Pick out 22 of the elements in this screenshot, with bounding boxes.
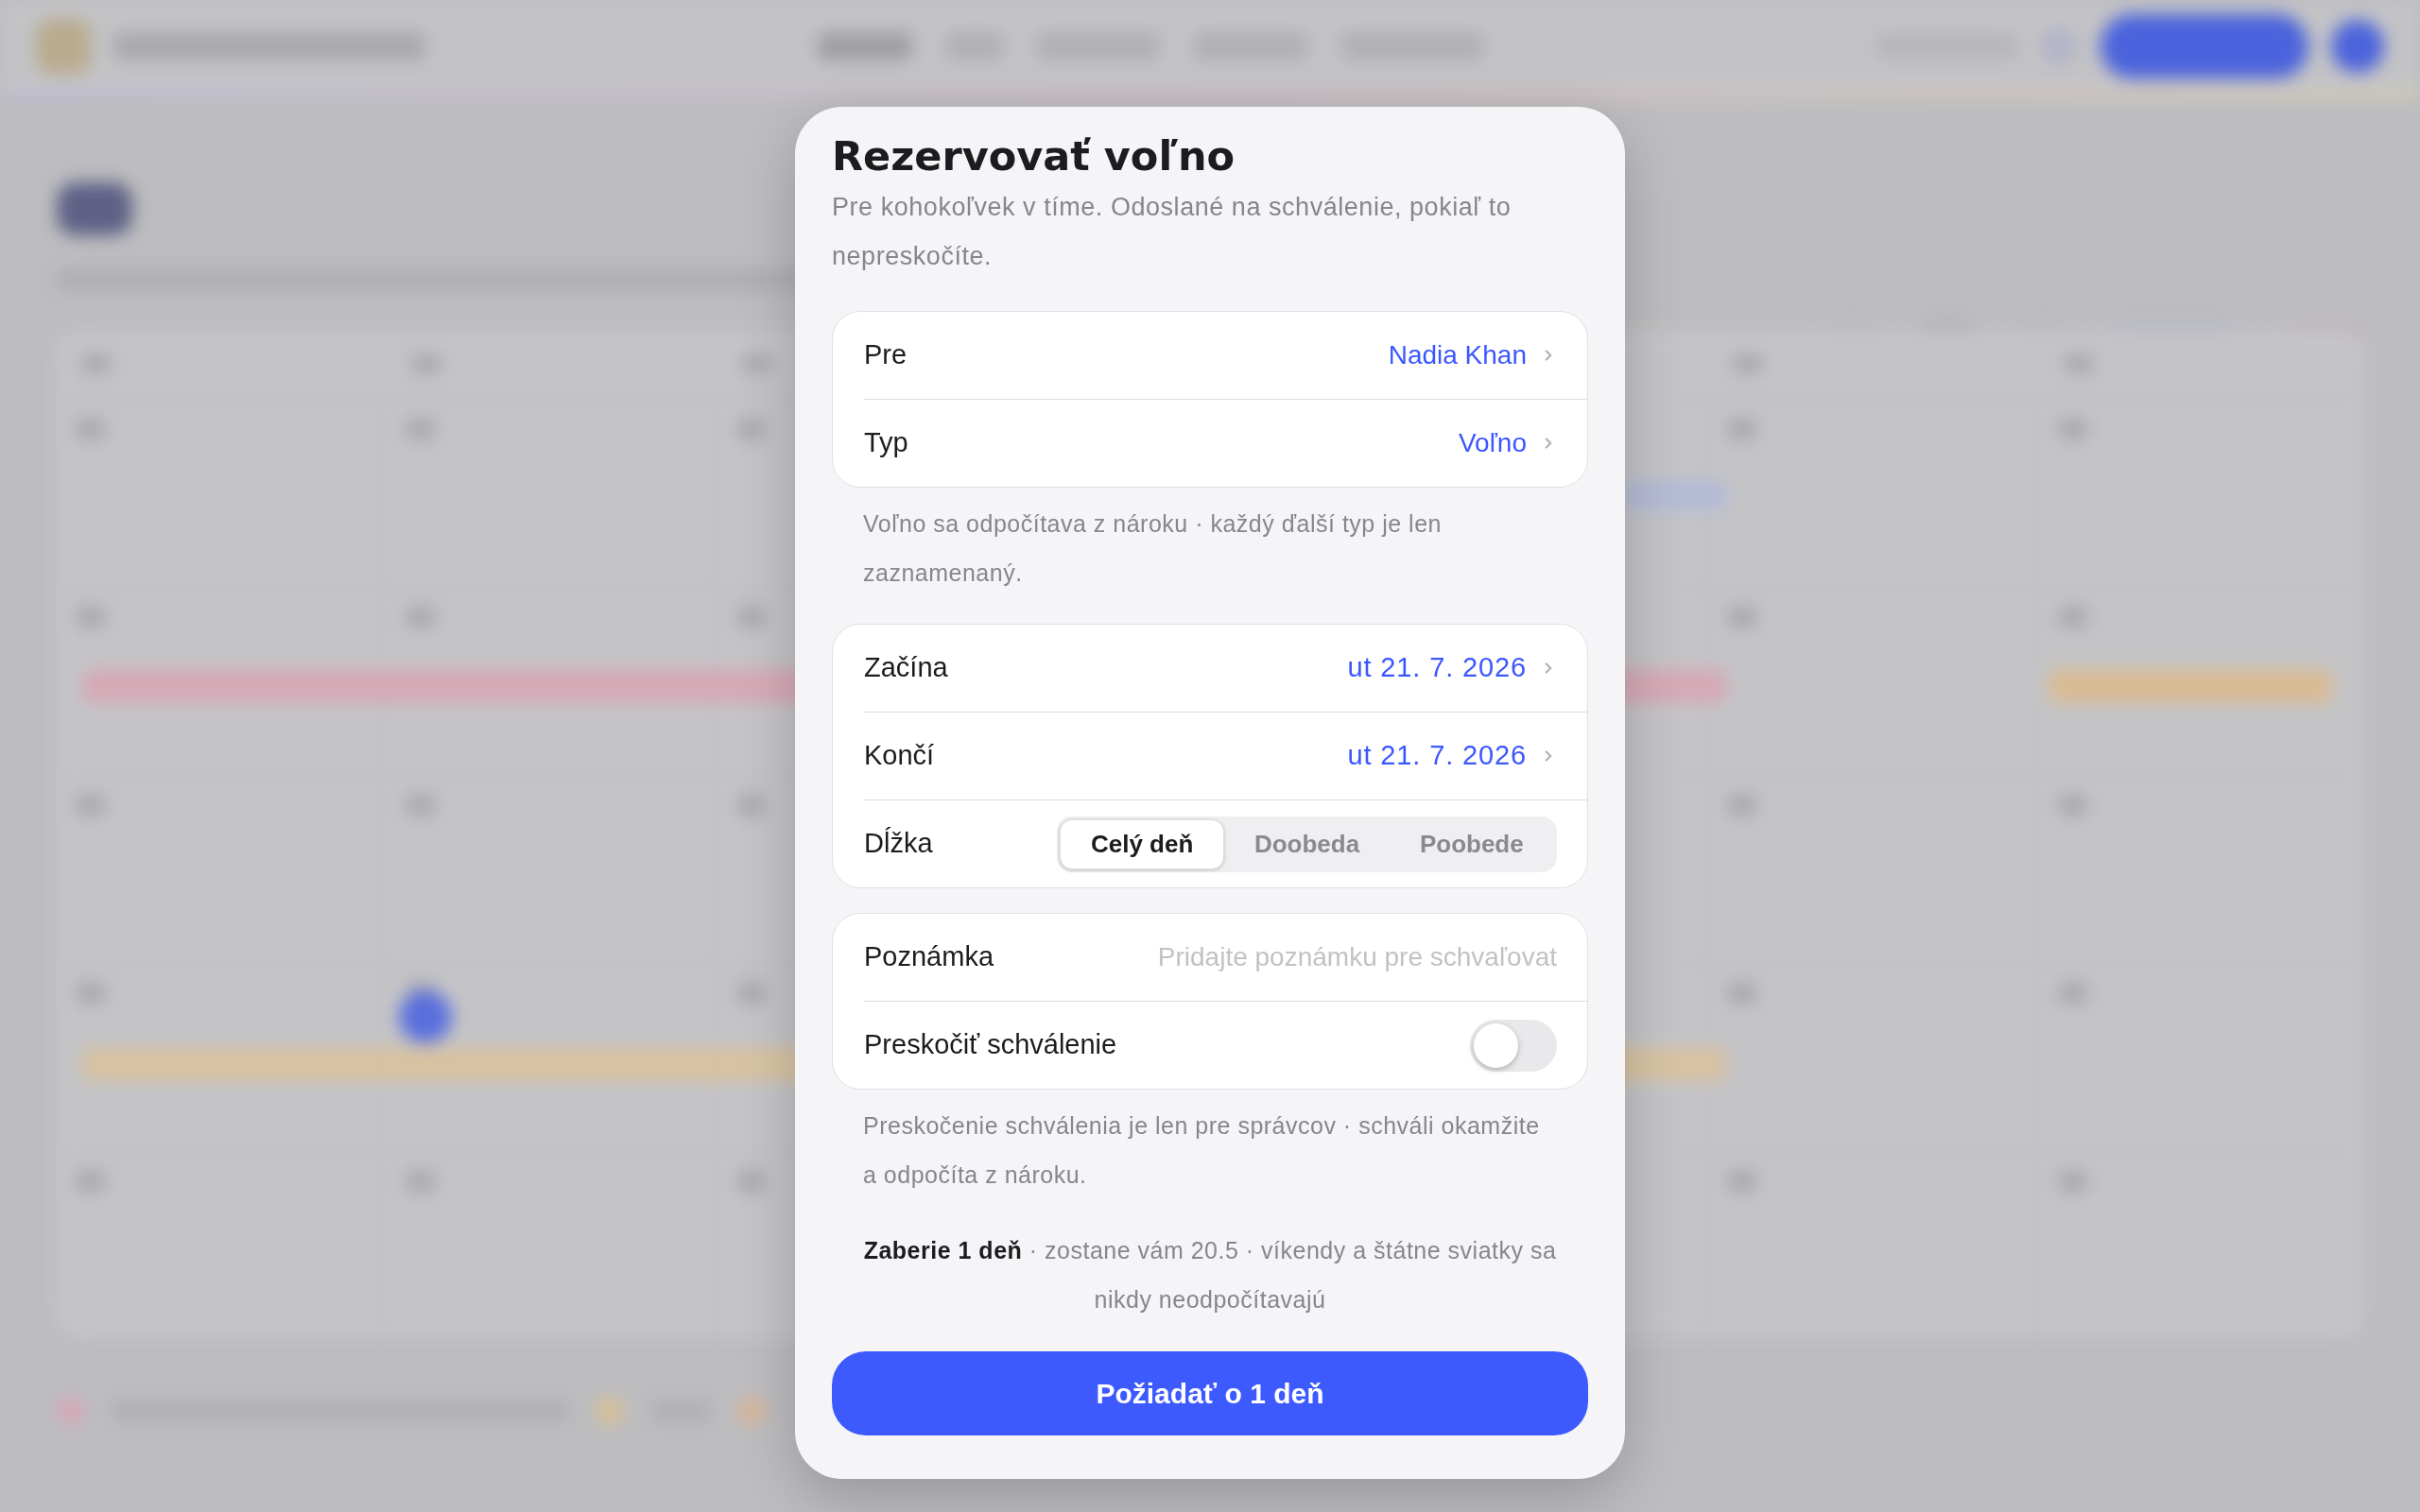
date-picker[interactable]: ut 21. 7. 2026	[1347, 647, 1557, 689]
field-label: Končí	[864, 739, 935, 773]
field-label: Typ	[864, 426, 908, 460]
note-input[interactable]: Pridajte poznámku pre schvaľovat	[1113, 934, 1557, 981]
hint-text: Voľno sa odpočítava z nároku · každý ďalší typ je len zaznamenaný.	[862, 509, 1443, 588]
summary-text: Zaberie 1 deň · zostane vám 20.5 · víkendy a štátne sviatky sa nikdy neodpočítavajú	[862, 1236, 1558, 1314]
value-picker[interactable]: Voľno	[1459, 423, 1557, 463]
segment-option[interactable]: Poobede	[1389, 818, 1554, 869]
field-label: Preskočiť schválenie	[864, 1028, 1117, 1062]
date-picker[interactable]: ut 21. 7. 2026	[1347, 735, 1557, 777]
value-picker[interactable]: Nadia Khan	[1388, 335, 1557, 375]
segment-option[interactable]: Celý deň	[1060, 818, 1225, 869]
toggle-switch[interactable]	[1470, 1019, 1557, 1072]
segment-option[interactable]: Doobeda	[1224, 818, 1390, 869]
field-label: Začína	[864, 651, 948, 685]
field-label: Pre	[864, 338, 908, 372]
field-label: Poznámka	[864, 940, 994, 974]
hint-text: Preskočenie schválenia je len pre správcov · schváli okamžite a odpočíta z nároku.	[862, 1111, 1541, 1190]
dialog-subtitle: Pre kohokoľvek v tíme. Odoslané na schválenie, pokiaľ to nepreskočíte.	[832, 192, 1512, 272]
submit-button[interactable]: Požiadať o 1 deň	[832, 1351, 1588, 1435]
field-label: Dĺžka	[864, 826, 933, 861]
dialog-title: Rezervovať voľno	[832, 131, 1236, 181]
